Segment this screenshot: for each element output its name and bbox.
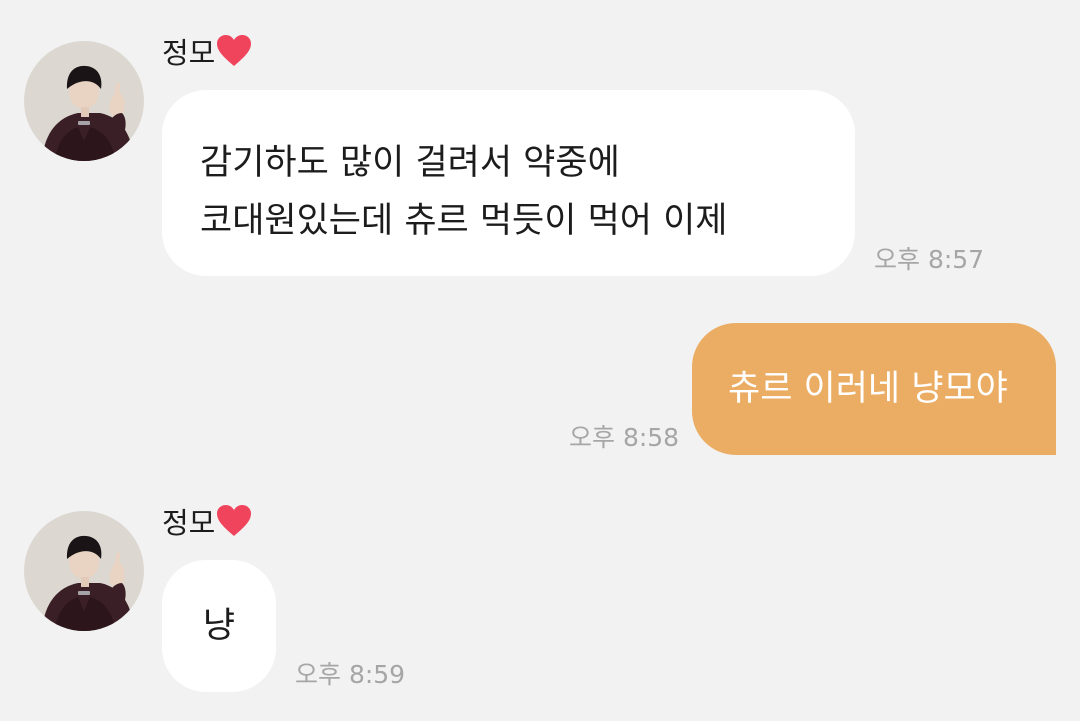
sender-name-text: 정모 [162, 506, 216, 540]
heart-icon [216, 504, 252, 546]
sender-avatar[interactable] [24, 511, 144, 631]
message-text-line: 감기하도 많이 걸려서 약중에 [200, 143, 620, 183]
message-bubble-outgoing[interactable]: 츄르 이러네 냥모야 [692, 323, 1056, 455]
message-timestamp: 오후 8:57 [874, 245, 985, 274]
profile-photo [24, 41, 144, 161]
message-text-line: 코대원있는데 츄르 먹듯이 먹어 이제 [200, 201, 728, 241]
message-text: 냥 [202, 606, 236, 646]
sender-name: 정모 [162, 34, 252, 76]
sender-name: 정모 [162, 504, 252, 546]
heart-icon [216, 34, 252, 76]
sender-name-text: 정모 [162, 36, 216, 70]
profile-photo [24, 511, 144, 631]
message-bubble-incoming[interactable]: 냥 [162, 560, 276, 692]
message-text: 츄르 이러네 냥모야 [728, 369, 1008, 409]
message-timestamp: 오후 8:58 [569, 423, 680, 452]
message-bubble-incoming[interactable]: 감기하도 많이 걸려서 약중에 코대원있는데 츄르 먹듯이 먹어 이제 [162, 90, 855, 276]
sender-avatar[interactable] [24, 41, 144, 161]
message-timestamp: 오후 8:59 [295, 660, 406, 689]
